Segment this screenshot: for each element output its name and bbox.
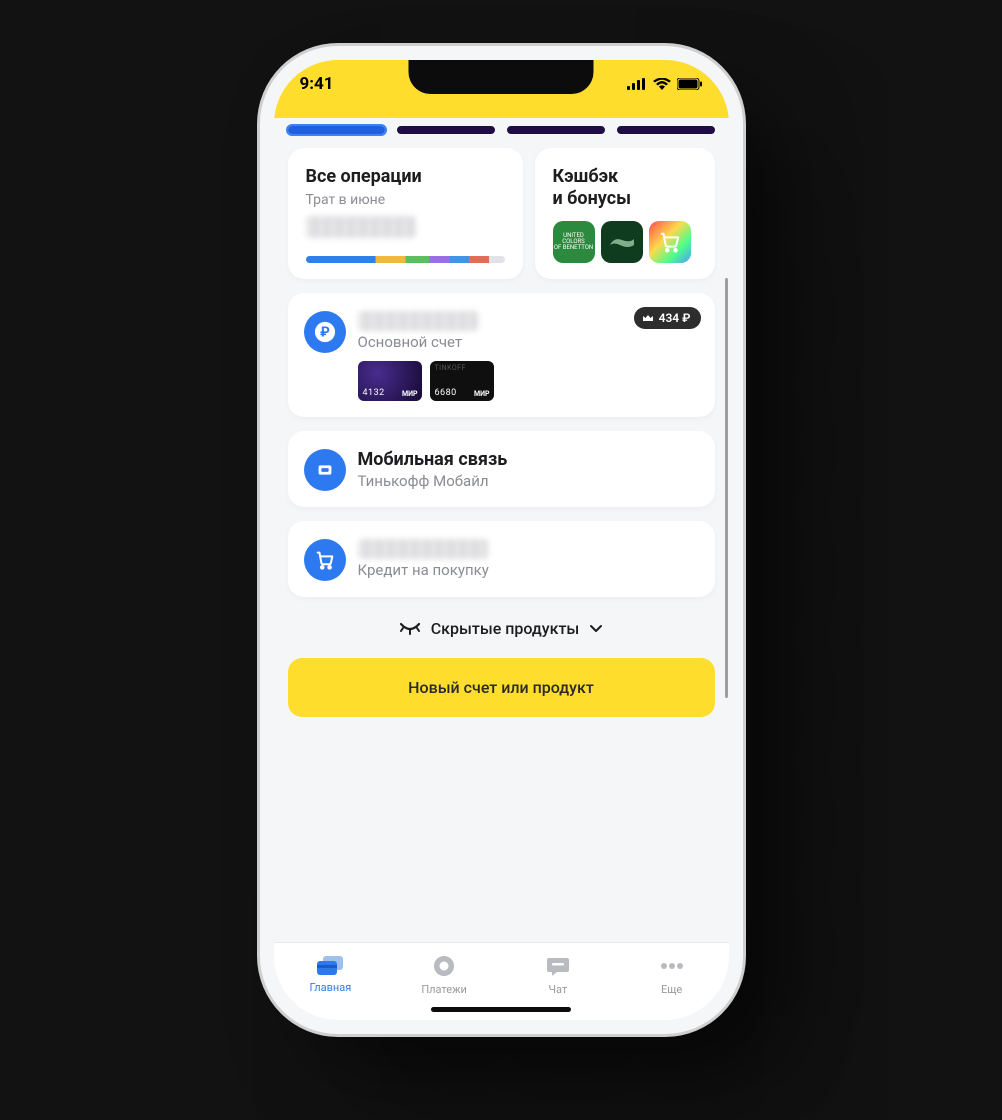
new-product-button[interactable]: Новый счет или продукт [288, 658, 715, 717]
svg-text:₽: ₽ [320, 325, 330, 341]
tab-chat-label: Чат [549, 983, 568, 996]
cart-icon [304, 539, 346, 581]
sim-icon [304, 449, 346, 491]
card-system: МИР [402, 390, 418, 398]
summary-cards: Все операции Трат в июне Кэшбэк и бонусы… [288, 148, 715, 279]
story-item[interactable] [617, 126, 715, 134]
payments-icon [431, 953, 457, 979]
operations-card[interactable]: Все операции Трат в июне [288, 148, 523, 279]
card-thumb[interactable]: 4132 МИР [358, 361, 422, 401]
cashback-title-l2: и бонусы [553, 188, 697, 210]
phone-frame: 9:41 Все операции Трат в июне Кэшбэк [274, 60, 729, 1020]
operations-subtitle: Трат в июне [306, 192, 505, 208]
tab-more[interactable]: Еще [615, 953, 729, 996]
hidden-products-label: Скрытые продукты [431, 619, 580, 638]
cashback-title-l1: Кэшбэк [553, 166, 697, 188]
card-thumb[interactable]: TINKOFF 6680 МИР [430, 361, 494, 401]
operations-bar [306, 256, 505, 263]
notch [409, 60, 594, 94]
stories-row[interactable] [274, 126, 729, 134]
status-icons [627, 78, 703, 90]
account-balance-blurred [358, 311, 478, 331]
main-scroll[interactable]: Все операции Трат в июне Кэшбэк и бонусы… [274, 108, 729, 942]
card-thumbnails: 4132 МИР TINKOFF 6680 МИР [358, 361, 699, 401]
battery-icon [677, 78, 703, 90]
cards-stack-icon [315, 953, 345, 977]
cashback-badge[interactable]: 434 ₽ [634, 307, 701, 329]
account-credit[interactable]: Кредит на покупку [288, 521, 715, 597]
credit-balance-blurred [358, 539, 488, 559]
header-accent [274, 108, 729, 118]
status-time: 9:41 [300, 74, 334, 94]
account-main-subtitle: Основной счет [358, 333, 699, 351]
tab-payments-label: Платежи [421, 983, 467, 996]
more-icon [658, 953, 686, 979]
new-product-label: Новый счет или продукт [408, 678, 594, 697]
wifi-icon [653, 78, 671, 90]
status-bar: 9:41 [274, 60, 729, 108]
tab-chat[interactable]: Чат [501, 953, 615, 996]
account-mobile[interactable]: Мобильная связь Тинькофф Мобайл [288, 431, 715, 507]
cashback-card[interactable]: Кэшбэк и бонусы UNITED COLORSOF BENETTON [535, 148, 715, 279]
story-item[interactable] [507, 126, 605, 134]
account-main[interactable]: ₽ Основной счет 4132 МИР TINKOFF 6680 МИ… [288, 293, 715, 417]
eye-closed-icon [399, 622, 421, 636]
account-mobile-subtitle: Тинькофф Мобайл [358, 472, 699, 490]
ruble-icon: ₽ [304, 311, 346, 353]
crown-icon [642, 313, 654, 323]
cellular-icon [627, 78, 647, 90]
story-item[interactable] [397, 126, 495, 134]
home-indicator[interactable] [431, 1007, 571, 1012]
partner-icon: UNITED COLORSOF BENETTON [553, 221, 595, 263]
tab-more-label: Еще [661, 983, 682, 996]
chat-icon [545, 953, 571, 979]
card-last4: 6680 [435, 388, 457, 398]
partner-icon [601, 221, 643, 263]
account-credit-subtitle: Кредит на покупку [358, 561, 699, 579]
tab-home[interactable]: Главная [274, 953, 388, 994]
scrollbar[interactable] [725, 278, 728, 698]
tab-payments[interactable]: Платежи [387, 953, 501, 996]
story-item[interactable] [288, 126, 386, 134]
tab-home-label: Главная [309, 981, 351, 994]
card-last4: 4132 [363, 388, 385, 398]
chevron-down-icon [589, 624, 603, 634]
partner-icon [649, 221, 691, 263]
cashback-amount: 434 ₽ [659, 311, 691, 325]
account-mobile-title: Мобильная связь [358, 449, 699, 470]
card-system: МИР [474, 390, 490, 398]
operations-title: Все операции [306, 166, 505, 188]
operations-amount-blurred [306, 216, 416, 238]
hidden-products-toggle[interactable]: Скрытые продукты [288, 611, 715, 640]
